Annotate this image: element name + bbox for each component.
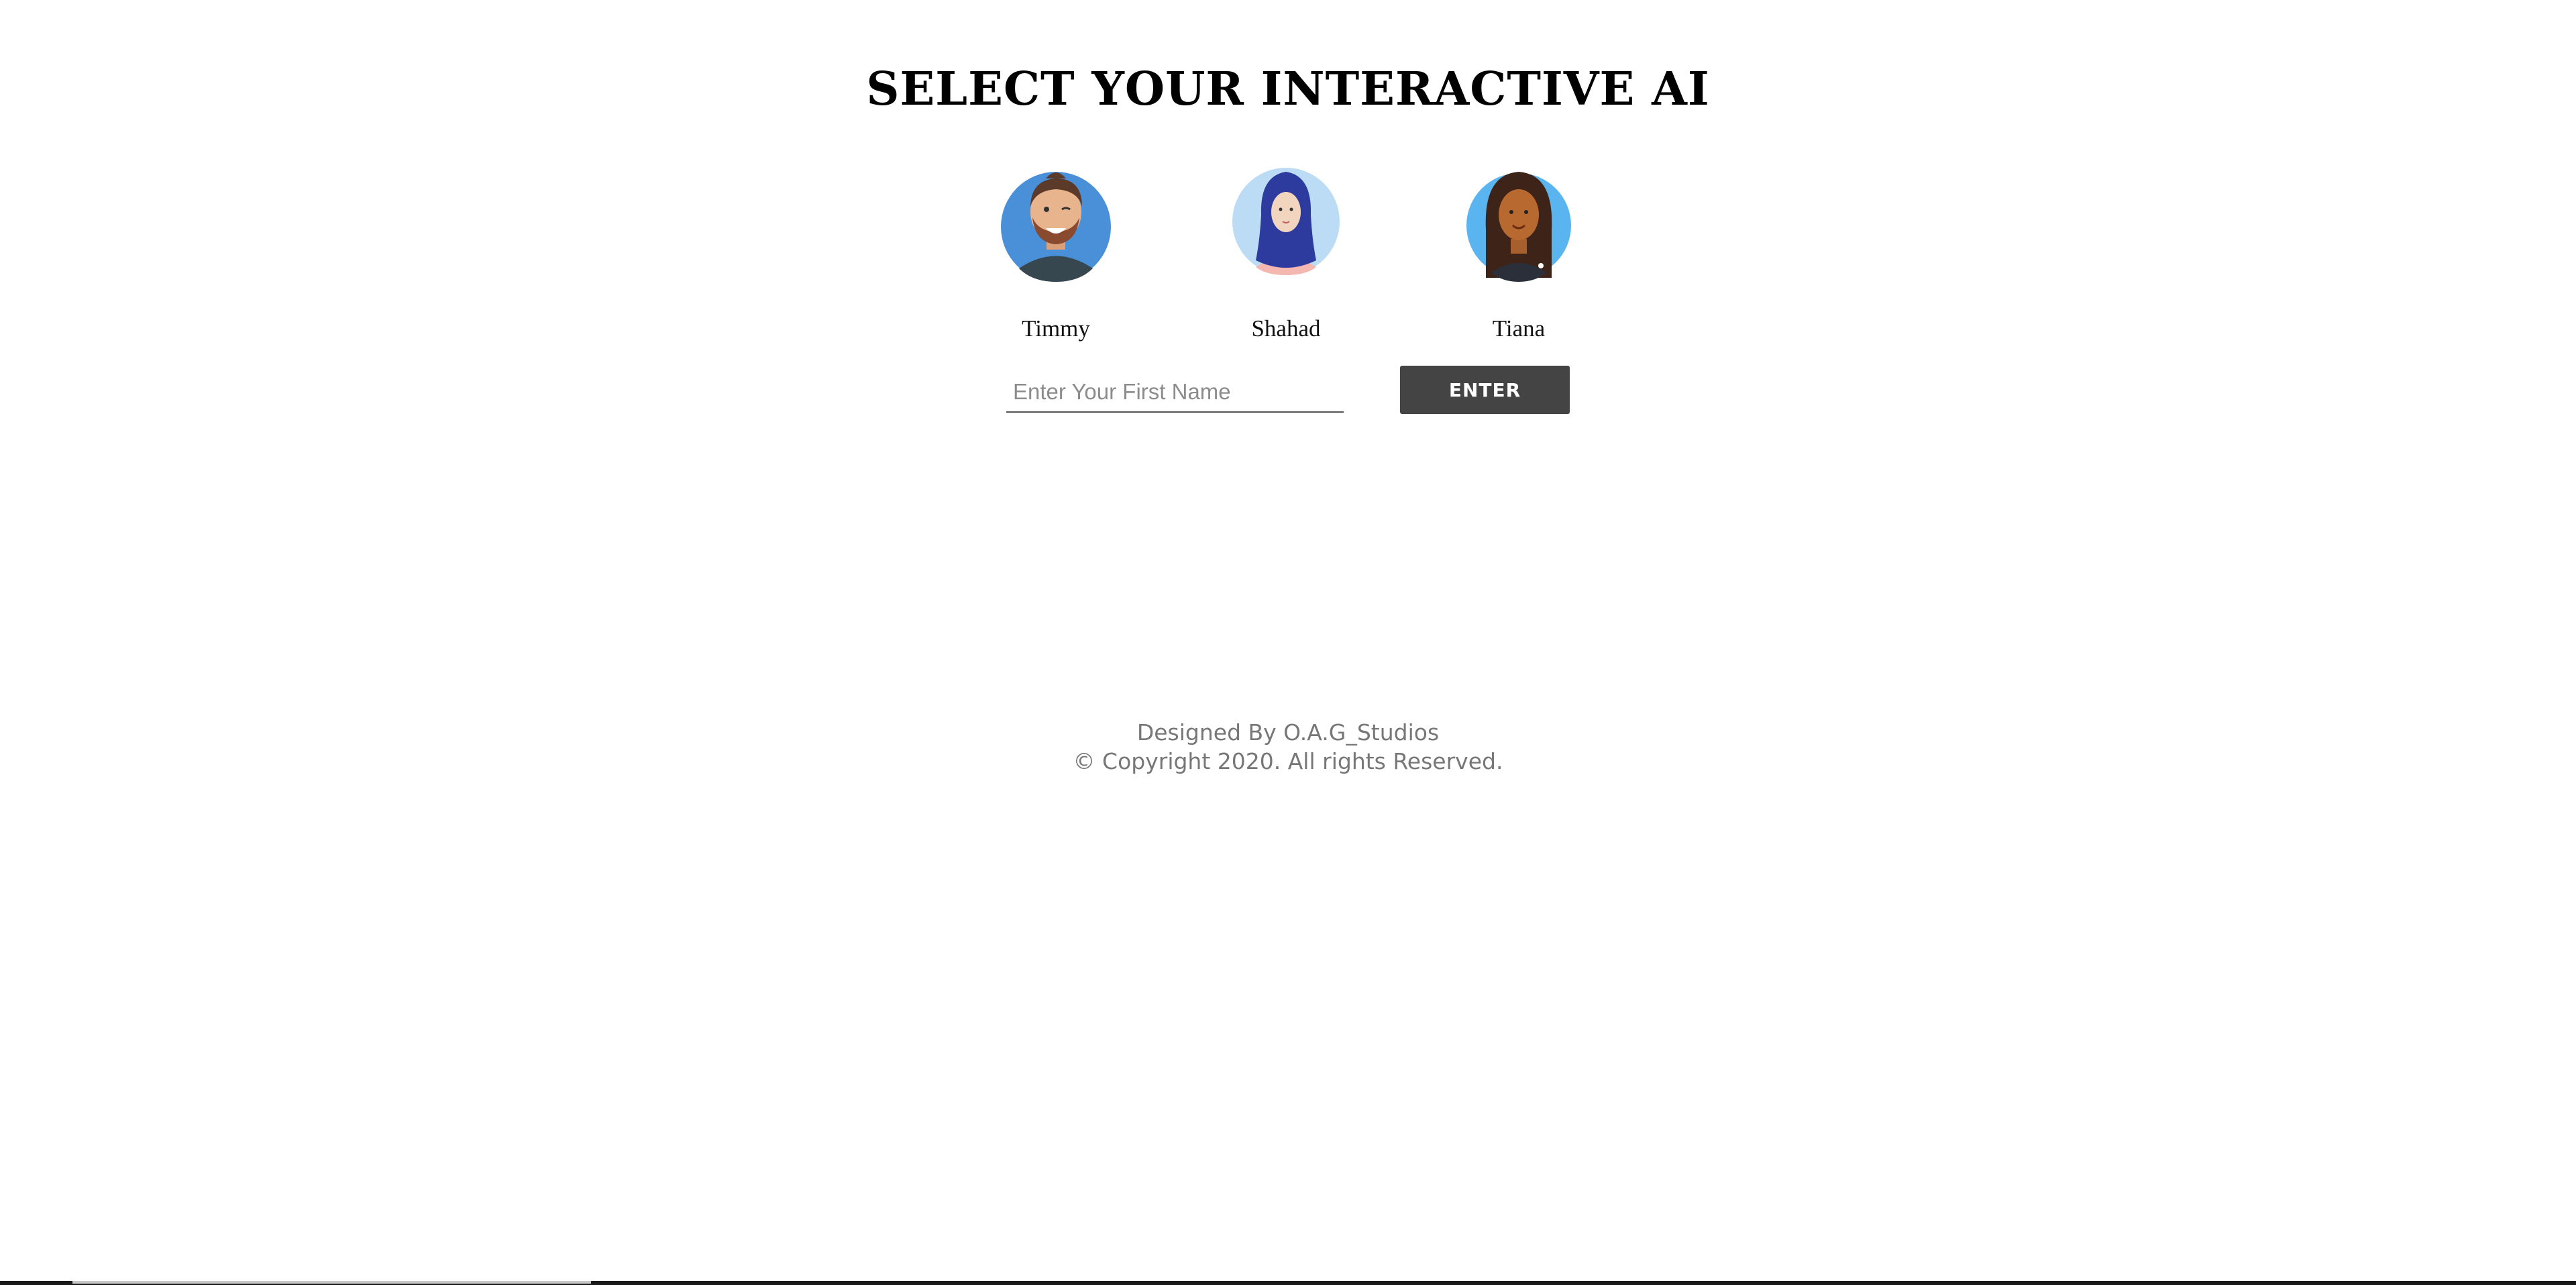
horizontal-scrollbar[interactable] — [0, 1281, 2576, 1285]
page-title: SELECT YOUR INTERACTIVE AI — [866, 62, 1710, 116]
male-avatar-icon[interactable] — [999, 160, 1113, 284]
hijab-avatar-icon[interactable] — [1229, 160, 1343, 284]
avatar-card-tiana[interactable]: Tiana — [1438, 160, 1599, 342]
enter-button[interactable]: ENTER — [1400, 366, 1570, 414]
footer-designed-by: Designed By O.A.G_Studios — [1136, 719, 1440, 746]
first-name-input[interactable] — [1006, 372, 1344, 413]
footer: Designed By O.A.G_Studios © Copyright 20… — [0, 718, 2576, 776]
female-avatar-icon[interactable] — [1462, 160, 1576, 284]
footer-copyright: © Copyright 2020. All rights Reserved. — [1073, 748, 1503, 774]
avatar-name-shahad: Shahad — [1251, 315, 1321, 342]
avatar-name-timmy: Timmy — [1022, 315, 1090, 342]
avatar-card-timmy[interactable]: Timmy — [975, 160, 1136, 342]
avatar-card-shahad[interactable]: Shahad — [1205, 160, 1366, 342]
avatar-name-tiana: Tiana — [1492, 315, 1546, 342]
scrollbar-thumb[interactable] — [72, 1281, 591, 1284]
